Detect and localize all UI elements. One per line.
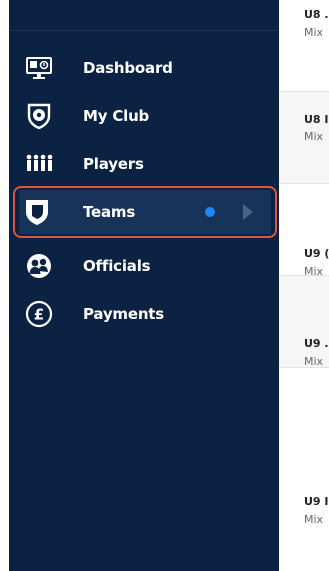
sidebar-item-teams[interactable]: Teams	[13, 186, 277, 238]
officials-icon	[25, 252, 53, 280]
team-title: U9 .	[304, 337, 329, 350]
list-item[interactable]: U9 ( Mix	[279, 184, 329, 278]
sidebar-item-label: Dashboard	[83, 59, 173, 77]
dashboard-screen-icon	[25, 54, 53, 82]
sidebar-item-label: Teams	[83, 203, 136, 221]
list-item[interactable]: U9 . Mix	[279, 276, 329, 368]
sidebar-item-label: Players	[83, 155, 144, 173]
team-title: U9 (	[304, 247, 329, 260]
sidebar-item-players[interactable]: Players	[9, 140, 279, 188]
sidebar-item-my-club[interactable]: My Club	[9, 92, 279, 140]
team-subtitle: Mix	[304, 355, 324, 368]
players-group-icon	[25, 150, 53, 178]
sidebar-divider	[9, 30, 279, 31]
sidebar-item-officials[interactable]: Officials	[9, 242, 279, 290]
team-title: U8 I	[304, 113, 329, 126]
team-subtitle: Mix	[304, 513, 324, 526]
list-item[interactable]: U9 I Mix	[279, 368, 329, 571]
list-item[interactable]: U8 I Mix	[279, 92, 329, 184]
status-dot	[205, 207, 215, 217]
sidebar-item-dashboard[interactable]: Dashboard	[9, 44, 279, 92]
sidebar-item-label: Officials	[83, 257, 151, 275]
team-title: U9 I	[304, 495, 329, 508]
sidebar-item-label: My Club	[83, 107, 150, 125]
left-edge-strip	[0, 0, 9, 571]
team-title: U8 .	[304, 8, 329, 21]
list-item[interactable]: U8 . Mix	[279, 0, 329, 92]
active-item-highlight	[13, 186, 277, 238]
sidebar-item-label: Payments	[83, 305, 165, 323]
teams-shield-icon	[23, 198, 51, 226]
pound-payments-icon: £	[25, 300, 53, 328]
club-badge-icon	[25, 102, 53, 130]
team-subtitle: Mix	[304, 130, 324, 143]
svg-text:£: £	[34, 306, 44, 324]
teams-list-panel: U8 . Mix U8 I Mix U9 ( Mix U9 . Mix U9 I…	[279, 0, 329, 571]
team-subtitle: Mix	[304, 26, 324, 39]
chevron-right-icon	[243, 204, 253, 220]
sidebar-item-payments[interactable]: £ Payments	[9, 290, 279, 338]
sidebar: Dashboard My Club Players Teams Official…	[9, 0, 279, 571]
